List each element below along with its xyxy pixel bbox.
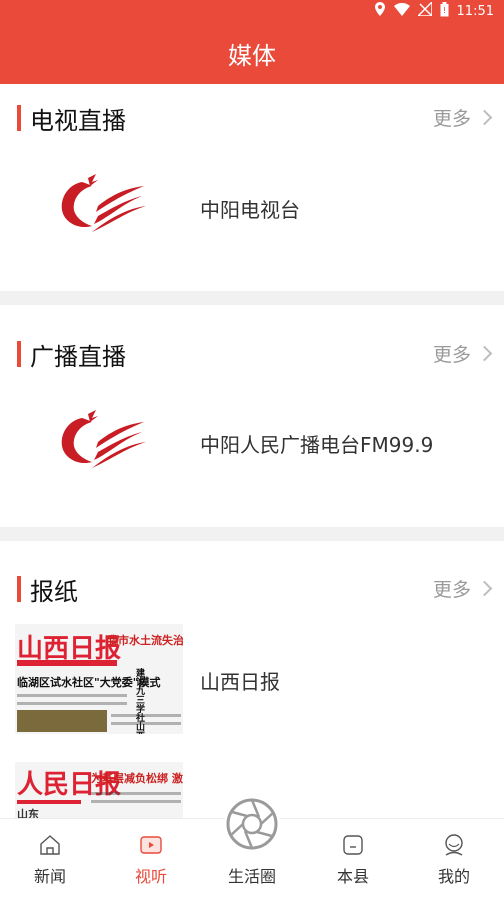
- newspaper-item[interactable]: 山西日报 我市水土流失治理度达到81.8% 临湖区试水社区"大党委"模式 建设九…: [0, 624, 504, 736]
- section-divider: [0, 527, 504, 541]
- newspaper-photo: [17, 710, 107, 732]
- chevron-right-icon: [476, 109, 493, 126]
- chevron-right-icon: [476, 580, 493, 597]
- tv-channel-name: 中阳电视台: [200, 198, 300, 222]
- newspaper-headline: 我市水土流失治理度达到81.8%: [107, 634, 183, 647]
- home-icon: [40, 835, 60, 855]
- chevron-right-icon: [476, 345, 493, 362]
- page-title: 媒体: [228, 42, 276, 70]
- section-tv-header: 电视直播 更多: [0, 96, 504, 136]
- life-circle-center-button[interactable]: [224, 796, 280, 852]
- more-label: 更多: [432, 344, 471, 366]
- aperture-icon: [226, 798, 278, 850]
- app-header: ! 11:51 媒体: [0, 0, 504, 84]
- text-line: [17, 702, 127, 705]
- radio-channel-name: 中阳人民广播电台FM99.9: [200, 433, 434, 457]
- text-line: [111, 714, 181, 717]
- text-line: [91, 800, 181, 803]
- section-accent-bar: [17, 105, 21, 131]
- newspaper-rule: [17, 800, 81, 804]
- section-tv-title: 电视直播: [30, 107, 126, 135]
- wifi-icon: [393, 2, 410, 20]
- tab-label: 新闻: [33, 867, 66, 886]
- battery-icon: !: [440, 1, 449, 21]
- newspaper-headline: 为基层减负松绑 激励干部敢发奋为: [91, 772, 183, 785]
- section-accent-bar: [17, 341, 21, 367]
- tab-county[interactable]: 本县: [313, 819, 393, 898]
- svg-text:!: !: [442, 6, 445, 15]
- text-line: [17, 694, 127, 697]
- radio-channel-item[interactable]: 中阳人民广播电台FM99.9: [0, 386, 504, 506]
- section-radio-header: 广播直播 更多: [0, 332, 504, 372]
- tab-mine[interactable]: 我的: [414, 819, 494, 898]
- text-line: [91, 792, 181, 795]
- section-divider: [0, 291, 504, 305]
- tab-news[interactable]: 新闻: [10, 819, 90, 898]
- tab-label: 视听: [134, 867, 167, 886]
- radio-more-link[interactable]: 更多: [432, 340, 493, 367]
- newspaper-thumbnail: 山西日报 我市水土流失治理度达到81.8% 临湖区试水社区"大党委"模式 建设九…: [15, 624, 183, 734]
- tab-label: 本县: [336, 867, 369, 886]
- station-logo-icon: [61, 410, 146, 468]
- tab-audio-video[interactable]: 视听: [111, 819, 191, 898]
- county-icon: [343, 835, 363, 855]
- station-logo-icon: [61, 174, 146, 232]
- user-icon: [445, 834, 463, 856]
- play-icon: [140, 836, 162, 854]
- status-time: 11:51: [456, 3, 494, 19]
- status-bar: ! 11:51: [374, 0, 494, 22]
- newspaper-subtext: 山东: [17, 808, 39, 818]
- newspaper-rule: [17, 660, 117, 666]
- section-accent-bar: [17, 576, 21, 602]
- no-signal-icon: [415, 0, 433, 20]
- tab-label: 我的: [437, 867, 470, 886]
- section-paper-header: 报纸 更多: [0, 567, 504, 607]
- section-paper-title: 报纸: [30, 578, 78, 606]
- text-line: [111, 722, 181, 725]
- tv-channel-item[interactable]: 中阳电视台: [0, 150, 504, 270]
- tv-more-link[interactable]: 更多: [432, 104, 493, 131]
- paper-more-link[interactable]: 更多: [432, 575, 493, 602]
- tab-label: 生活圈: [227, 867, 276, 886]
- more-label: 更多: [432, 579, 471, 601]
- newspaper-thumbnail: 人民日报 为基层减负松绑 激励干部敢发奋为 山东: [15, 762, 183, 818]
- newspaper-name: 山西日报: [200, 670, 280, 694]
- section-radio-title: 广播直播: [30, 343, 126, 371]
- more-label: 更多: [432, 108, 471, 130]
- location-icon: [374, 2, 386, 20]
